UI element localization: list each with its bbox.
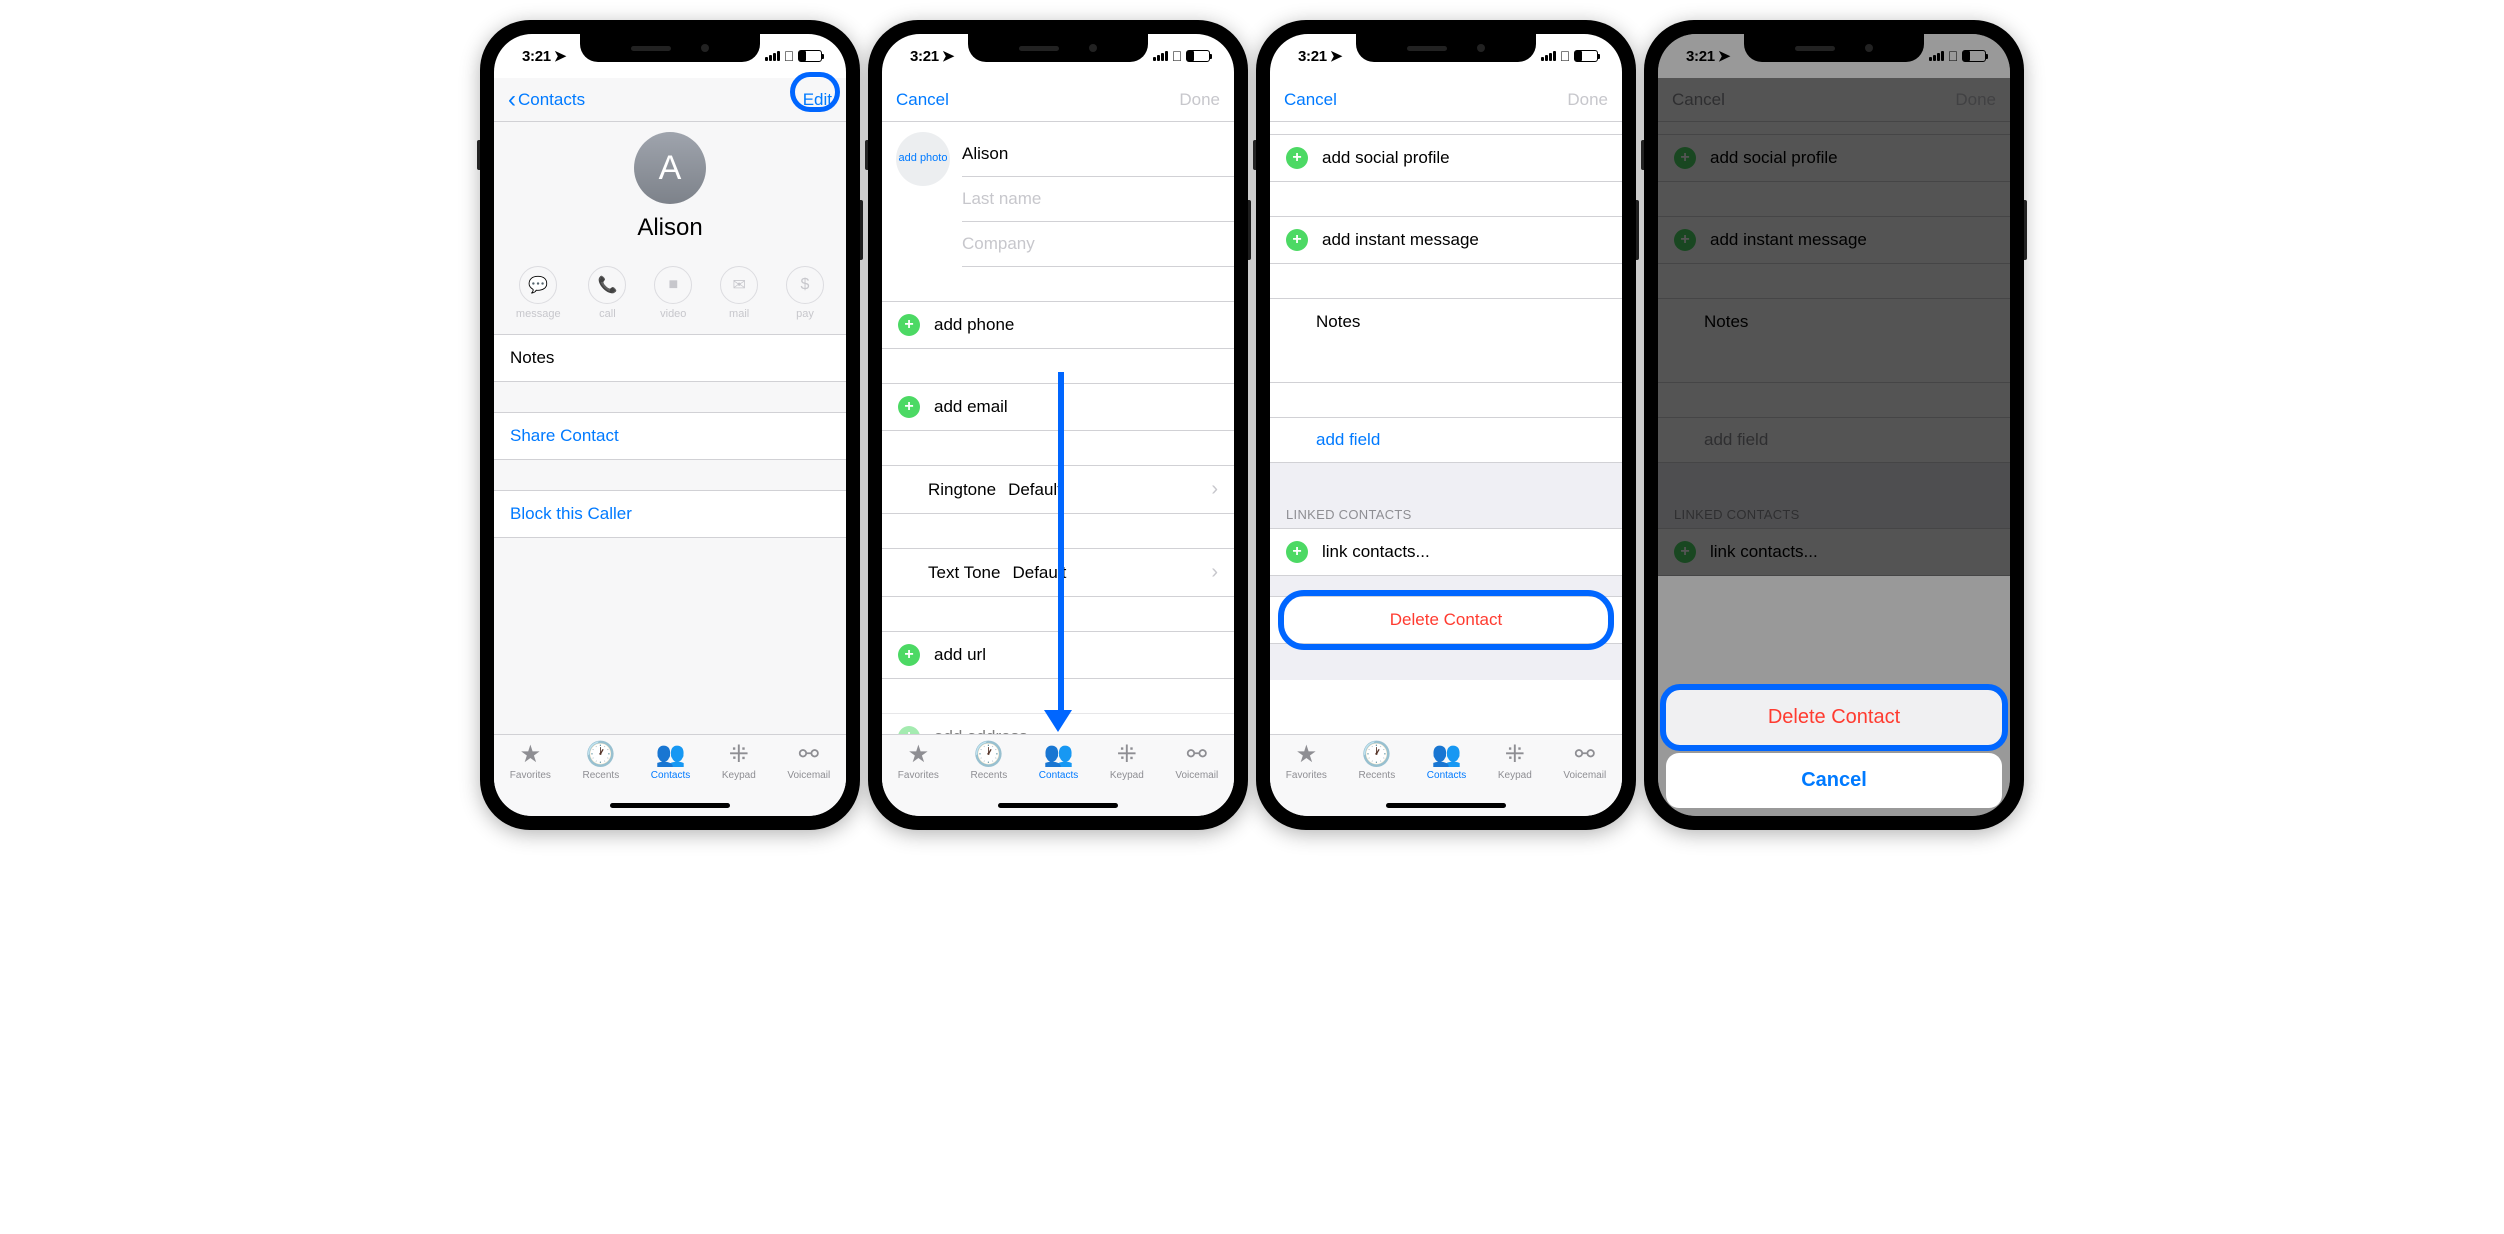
navbar: Cancel Done <box>1270 78 1622 122</box>
keypad-icon: ⁜ <box>1117 741 1137 767</box>
company-field[interactable]: Company <box>962 222 1234 267</box>
phone-icon: 📞 <box>588 266 626 304</box>
notch <box>968 34 1148 62</box>
wifi-icon: 􀙇 <box>1172 48 1182 64</box>
first-name-field[interactable]: Alison <box>962 132 1234 177</box>
location-icon: ➤ <box>942 47 954 65</box>
pay-icon: $ <box>786 266 824 304</box>
share-contact-button[interactable]: Share Contact <box>494 412 846 460</box>
video-icon: ■ <box>654 266 692 304</box>
clock-icon: 🕐 <box>586 741 616 767</box>
notes-field[interactable]: Notes <box>1270 298 1622 383</box>
home-indicator[interactable] <box>998 803 1118 808</box>
wifi-icon: 􀙇 <box>784 48 794 64</box>
battery-icon <box>1574 50 1598 62</box>
annotation-circle-delete <box>1278 590 1614 650</box>
pay-button[interactable]: $pay <box>786 266 824 320</box>
wifi-icon: 􀙇 <box>1560 48 1570 64</box>
star-icon: ★ <box>520 741 542 767</box>
mail-icon: ✉ <box>720 266 758 304</box>
delete-contact-button[interactable]: Delete Contact <box>1270 596 1622 644</box>
plus-icon: + <box>898 314 920 336</box>
phone-frame-3: 3:21➤ 􀙇 Cancel Done +add social profile … <box>1256 20 1636 830</box>
star-icon: ★ <box>1296 741 1318 767</box>
chevron-right-icon: › <box>1211 561 1218 584</box>
last-name-field[interactable]: Last name <box>962 177 1234 222</box>
keypad-icon: ⁜ <box>1505 741 1525 767</box>
signal-icon <box>1541 51 1556 61</box>
tab-voicemail[interactable]: ⚯Voicemail <box>787 741 830 816</box>
action-buttons-row: 💬message 📞call ■video ✉mail $pay <box>494 260 846 334</box>
notch <box>1744 34 1924 62</box>
battery-icon <box>1186 50 1210 62</box>
plus-icon: + <box>898 396 920 418</box>
annotation-circle-sheet <box>1660 684 2008 751</box>
message-icon: 💬 <box>519 266 557 304</box>
phone-frame-4: 3:21➤ 􀙇 Cancel Done +add social profile … <box>1644 20 2024 830</box>
tab-favorites[interactable]: ★Favorites <box>1286 741 1327 816</box>
contacts-icon: 👥 <box>1432 741 1462 767</box>
back-button[interactable]: ‹Contacts <box>508 86 585 114</box>
contacts-icon: 👥 <box>656 741 686 767</box>
contact-name: Alison <box>637 214 702 242</box>
plus-icon: + <box>1286 147 1308 169</box>
battery-icon <box>798 50 822 62</box>
tab-favorites[interactable]: ★Favorites <box>898 741 939 816</box>
home-indicator[interactable] <box>610 803 730 808</box>
cancel-button[interactable]: Cancel <box>896 90 949 110</box>
notes-cell[interactable]: Notes <box>494 334 846 382</box>
done-button[interactable]: Done <box>1179 90 1220 110</box>
signal-icon <box>765 51 780 61</box>
clock-icon: 🕐 <box>974 741 1004 767</box>
annotation-circle-edit <box>790 72 840 112</box>
plus-icon: + <box>1286 229 1308 251</box>
avatar[interactable]: A <box>634 132 706 204</box>
cancel-button[interactable]: Cancel <box>1284 90 1337 110</box>
add-photo-button[interactable]: add photo <box>896 132 950 186</box>
keypad-icon: ⁜ <box>729 741 749 767</box>
voicemail-icon: ⚯ <box>799 741 819 767</box>
plus-icon: + <box>898 726 920 734</box>
voicemail-icon: ⚯ <box>1187 741 1207 767</box>
tab-voicemail[interactable]: ⚯Voicemail <box>1563 741 1606 816</box>
chevron-right-icon: › <box>1211 478 1218 501</box>
message-button[interactable]: 💬message <box>516 266 561 320</box>
phone-frame-1: 3:21➤ 􀙇 ‹Contacts Edit A Alison 💬message… <box>480 20 860 830</box>
annotation-arrow-head <box>1044 710 1072 732</box>
clock-icon: 🕐 <box>1362 741 1392 767</box>
star-icon: ★ <box>908 741 930 767</box>
tab-voicemail[interactable]: ⚯Voicemail <box>1175 741 1218 816</box>
video-button[interactable]: ■video <box>654 266 692 320</box>
sheet-cancel-button[interactable]: Cancel <box>1666 753 2002 808</box>
phone-frame-2: 3:21➤ 􀙇 Cancel Done add photo Alison Las… <box>868 20 1248 830</box>
done-button[interactable]: Done <box>1567 90 1608 110</box>
contacts-icon: 👥 <box>1044 741 1074 767</box>
link-contacts-button[interactable]: +link contacts... <box>1270 528 1622 576</box>
annotation-arrow <box>1058 372 1064 712</box>
plus-icon: + <box>1286 541 1308 563</box>
add-social-button[interactable]: +add social profile <box>1270 134 1622 182</box>
navbar: Cancel Done <box>882 78 1234 122</box>
home-indicator[interactable] <box>1386 803 1506 808</box>
linked-contacts-header: LINKED CONTACTS <box>1270 499 1622 528</box>
add-phone-button[interactable]: +add phone <box>882 301 1234 349</box>
sheet-delete-button[interactable]: Delete Contact <box>1666 690 2002 745</box>
chevron-back-icon: ‹ <box>508 86 516 114</box>
signal-icon <box>1153 51 1168 61</box>
add-field-button[interactable]: add field <box>1270 417 1622 463</box>
location-icon: ➤ <box>554 47 566 65</box>
notch <box>1356 34 1536 62</box>
voicemail-icon: ⚯ <box>1575 741 1595 767</box>
block-caller-button[interactable]: Block this Caller <box>494 490 846 538</box>
mail-button[interactable]: ✉mail <box>720 266 758 320</box>
tab-favorites[interactable]: ★Favorites <box>510 741 551 816</box>
plus-icon: + <box>898 644 920 666</box>
location-icon: ➤ <box>1330 47 1342 65</box>
action-sheet: Delete Contact Cancel <box>1666 682 2002 808</box>
notch <box>580 34 760 62</box>
add-im-button[interactable]: +add instant message <box>1270 216 1622 264</box>
contact-header: A Alison <box>494 122 846 260</box>
call-button[interactable]: 📞call <box>588 266 626 320</box>
